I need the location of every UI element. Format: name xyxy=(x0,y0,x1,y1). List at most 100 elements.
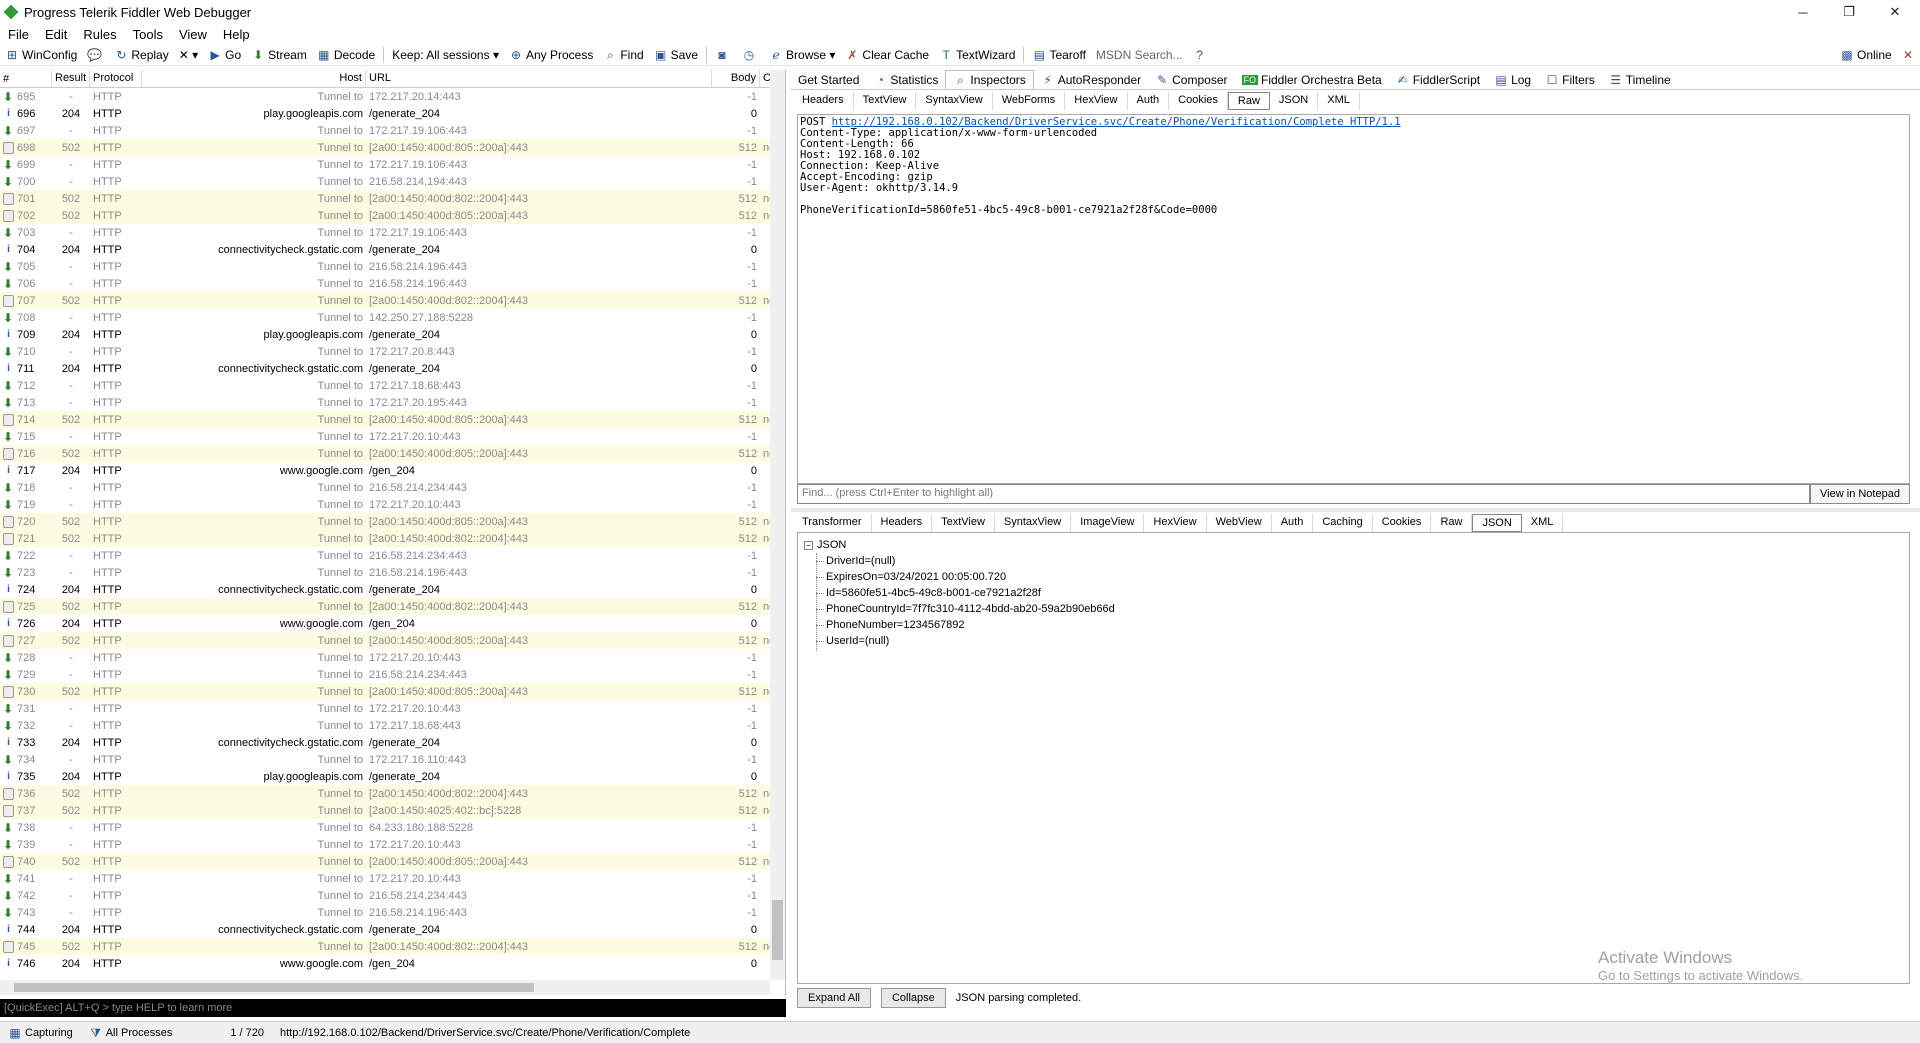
menu-tools[interactable]: Tools xyxy=(125,27,171,42)
resp-tab-transformer[interactable]: Transformer xyxy=(793,514,872,532)
menu-view[interactable]: View xyxy=(171,27,215,42)
session-row[interactable]: ⬇ 732 - HTTP Tunnel to 172.217.18.68:443 -1 xyxy=(0,717,785,734)
session-row[interactable]: 736 502 HTTP Tunnel to [2a00:1450:400d:802::… xyxy=(0,785,785,802)
remove-button[interactable]: ✕ ▾ xyxy=(174,44,203,66)
session-row[interactable]: 702 502 HTTP Tunnel to [2a00:1450:400d:805::… xyxy=(0,207,785,224)
resp-tab-webview[interactable]: WebView xyxy=(1207,514,1272,532)
session-row[interactable]: 701 502 HTTP Tunnel to [2a00:1450:400d:802::… xyxy=(0,190,785,207)
json-node[interactable]: DriverId=(null) xyxy=(804,553,1903,569)
session-row[interactable]: i 733 204 HTTP connectivitycheck.gstatic.com… xyxy=(0,734,785,751)
timer-button[interactable]: ◷ xyxy=(737,44,764,66)
session-row[interactable]: ⬇ 741 - HTTP Tunnel to 172.217.20.10:443 -1 xyxy=(0,870,785,887)
resp-tab-raw[interactable]: Raw xyxy=(1431,514,1473,532)
session-row[interactable]: 727 502 HTTP Tunnel to [2a00:1450:400d:805::… xyxy=(0,632,785,649)
session-row[interactable]: ⬇ 703 - HTTP Tunnel to 172.217.19.106:443 -1 xyxy=(0,224,785,241)
sessions-horizontal-scrollbar[interactable] xyxy=(0,980,770,995)
resp-tab-imageview[interactable]: ImageView xyxy=(1071,514,1145,532)
find-button[interactable]: ⌕ Find xyxy=(598,44,648,66)
json-node[interactable]: PhoneNumber=1234567892 xyxy=(804,617,1903,633)
resp-tab-textview[interactable]: TextView xyxy=(932,514,995,532)
resp-tab-cookies[interactable]: Cookies xyxy=(1373,514,1432,532)
resp-tab-xml[interactable]: XML xyxy=(1522,514,1564,532)
stream-button[interactable]: ⬇ Stream xyxy=(246,44,312,66)
session-row[interactable]: 725 502 HTTP Tunnel to [2a00:1450:400d:802::… xyxy=(0,598,785,615)
capturing-toggle[interactable]: ▦ Capturing xyxy=(0,1026,81,1040)
resp-tab-auth[interactable]: Auth xyxy=(1272,514,1314,532)
browse-button[interactable]: ℯ Browse ▾ xyxy=(764,44,840,66)
collapse-toggle-icon[interactable]: − xyxy=(804,540,813,550)
col-protocol[interactable]: Protocol xyxy=(90,70,142,87)
msdn-search-input[interactable]: MSDN Search... xyxy=(1091,44,1188,66)
resp-tab-headers[interactable]: Headers xyxy=(872,514,933,532)
session-row[interactable]: 698 502 HTTP Tunnel to [2a00:1450:400d:805::… xyxy=(0,139,785,156)
col-body[interactable]: Body xyxy=(712,70,760,87)
session-row[interactable]: ⬇ 700 - HTTP Tunnel to 216.58.214.194:443 -1 xyxy=(0,173,785,190)
col-result[interactable]: Result xyxy=(52,70,90,87)
session-row[interactable]: 737 502 HTTP Tunnel to [2a00:1450:4025:402::… xyxy=(0,802,785,819)
quickexec-input[interactable]: [QuickExec] ALT+Q > type HELP to learn m… xyxy=(0,999,786,1017)
session-row[interactable]: ⬇ 743 - HTTP Tunnel to 216.58.214.196:443 -1 xyxy=(0,904,785,921)
session-row[interactable]: 714 502 HTTP Tunnel to [2a00:1450:400d:805::… xyxy=(0,411,785,428)
session-row[interactable]: ⬇ 722 - HTTP Tunnel to 216.58.214.234:443 -1 xyxy=(0,547,785,564)
tearoff-button[interactable]: ▤ Tearoff xyxy=(1027,44,1090,66)
tab-fiddlerscript[interactable]: ✍ FiddlerScript xyxy=(1389,71,1487,89)
session-row[interactable]: ⬇ 699 - HTTP Tunnel to 172.217.19.106:443 -1 xyxy=(0,156,785,173)
clear-cache-button[interactable]: ✗ Clear Cache xyxy=(840,44,934,66)
menu-rules[interactable]: Rules xyxy=(75,27,124,42)
session-row[interactable]: i 726 204 HTTP www.google.com/gen_204 0 xyxy=(0,615,785,632)
session-row[interactable]: 721 502 HTTP Tunnel to [2a00:1450:400d:802::… xyxy=(0,530,785,547)
req-tab-json[interactable]: JSON xyxy=(1270,92,1319,110)
session-row[interactable]: i 709 204 HTTP play.googleapis.com/generate_… xyxy=(0,326,785,343)
req-tab-cookies[interactable]: Cookies xyxy=(1169,92,1228,110)
session-row[interactable]: 745 502 HTTP Tunnel to [2a00:1450:400d:802::… xyxy=(0,938,785,955)
resp-tab-json[interactable]: JSON xyxy=(1472,514,1522,532)
json-node[interactable]: UserId=(null) xyxy=(804,633,1903,649)
close-toolbar-icon[interactable]: ✕ xyxy=(1898,44,1918,66)
tab-fiddler-orchestra[interactable]: FO Fiddler Orchestra Beta xyxy=(1235,71,1389,89)
tab-inspectors[interactable]: ⌕ Inspectors xyxy=(945,70,1034,89)
textwizard-button[interactable]: T TextWizard xyxy=(934,44,1020,66)
session-row[interactable]: ⬇ 728 - HTTP Tunnel to 172.217.20.10:443 -1 xyxy=(0,649,785,666)
tab-autoresponder[interactable]: ⚡ AutoResponder xyxy=(1034,71,1148,89)
session-row[interactable]: ⬇ 734 - HTTP Tunnel to 172.217.16.110:443 -1 xyxy=(0,751,785,768)
session-row[interactable]: ⬇ 705 - HTTP Tunnel to 216.58.214.196:443 -1 xyxy=(0,258,785,275)
scrollbar-thumb[interactable] xyxy=(772,900,783,960)
find-input[interactable]: Find... (press Ctrl+Enter to highlight a… xyxy=(797,484,1810,504)
session-row[interactable]: ⬇ 731 - HTTP Tunnel to 172.217.20.10:443 -1 xyxy=(0,700,785,717)
tab-timeline[interactable]: ☰ Timeline xyxy=(1602,71,1678,89)
tab-log[interactable]: ▤ Log xyxy=(1487,71,1538,89)
req-tab-auth[interactable]: Auth xyxy=(1128,92,1170,110)
session-row[interactable]: 707 502 HTTP Tunnel to [2a00:1450:400d:802::… xyxy=(0,292,785,309)
session-row[interactable]: ⬇ 712 - HTTP Tunnel to 172.217.18.68:443 -1 xyxy=(0,377,785,394)
menu-file[interactable]: File xyxy=(0,27,37,42)
close-window-button[interactable]: ✕ xyxy=(1872,0,1918,24)
help-button[interactable]: ? xyxy=(1188,44,1215,66)
session-row[interactable]: ⬇ 706 - HTTP Tunnel to 216.58.214.196:443 -1 xyxy=(0,275,785,292)
req-tab-raw[interactable]: Raw xyxy=(1227,92,1270,110)
tab-get-started[interactable]: Get Started xyxy=(791,71,866,89)
scrollbar-thumb[interactable] xyxy=(14,983,534,992)
session-row[interactable]: ⬇ 738 - HTTP Tunnel to 64.233.180.188:5228 -1 xyxy=(0,819,785,836)
req-tab-textview[interactable]: TextView xyxy=(854,92,917,110)
session-row[interactable]: i 711 204 HTTP connectivitycheck.gstatic.com… xyxy=(0,360,785,377)
session-row[interactable]: ⬇ 742 - HTTP Tunnel to 216.58.214.234:443 -1 xyxy=(0,887,785,904)
req-tab-headers[interactable]: Headers xyxy=(793,92,854,110)
screenshot-button[interactable]: ◙ xyxy=(710,44,737,66)
menu-help[interactable]: Help xyxy=(215,27,258,42)
session-row[interactable]: 740 502 HTTP Tunnel to [2a00:1450:400d:805::… xyxy=(0,853,785,870)
session-row[interactable]: i 704 204 HTTP connectivitycheck.gstatic.com… xyxy=(0,241,785,258)
minimize-button[interactable]: ─ xyxy=(1780,0,1826,24)
session-row[interactable]: i 735 204 HTTP play.googleapis.com/generate_… xyxy=(0,768,785,785)
pane-splitter[interactable] xyxy=(791,508,1920,512)
comment-button[interactable]: 💬 xyxy=(82,44,109,66)
session-row[interactable]: ⬇ 713 - HTTP Tunnel to 172.217.20.195:443 -1 xyxy=(0,394,785,411)
session-row[interactable]: ⬇ 739 - HTTP Tunnel to 172.217.20.10:443 -1 xyxy=(0,836,785,853)
online-indicator[interactable]: ▩ Online xyxy=(1835,44,1897,66)
keep-sessions-dropdown[interactable]: Keep: All sessions ▾ xyxy=(387,44,504,66)
json-node[interactable]: PhoneCountryId=7f7fc310-4112-4bdd-ab20-5… xyxy=(804,601,1903,617)
menu-edit[interactable]: Edit xyxy=(37,27,75,42)
req-tab-hexview[interactable]: HexView xyxy=(1065,92,1128,110)
go-button[interactable]: ▶ Go xyxy=(203,44,246,66)
tab-filters[interactable]: ☐ Filters xyxy=(1538,71,1602,89)
any-process-button[interactable]: ⊕ Any Process xyxy=(504,44,598,66)
